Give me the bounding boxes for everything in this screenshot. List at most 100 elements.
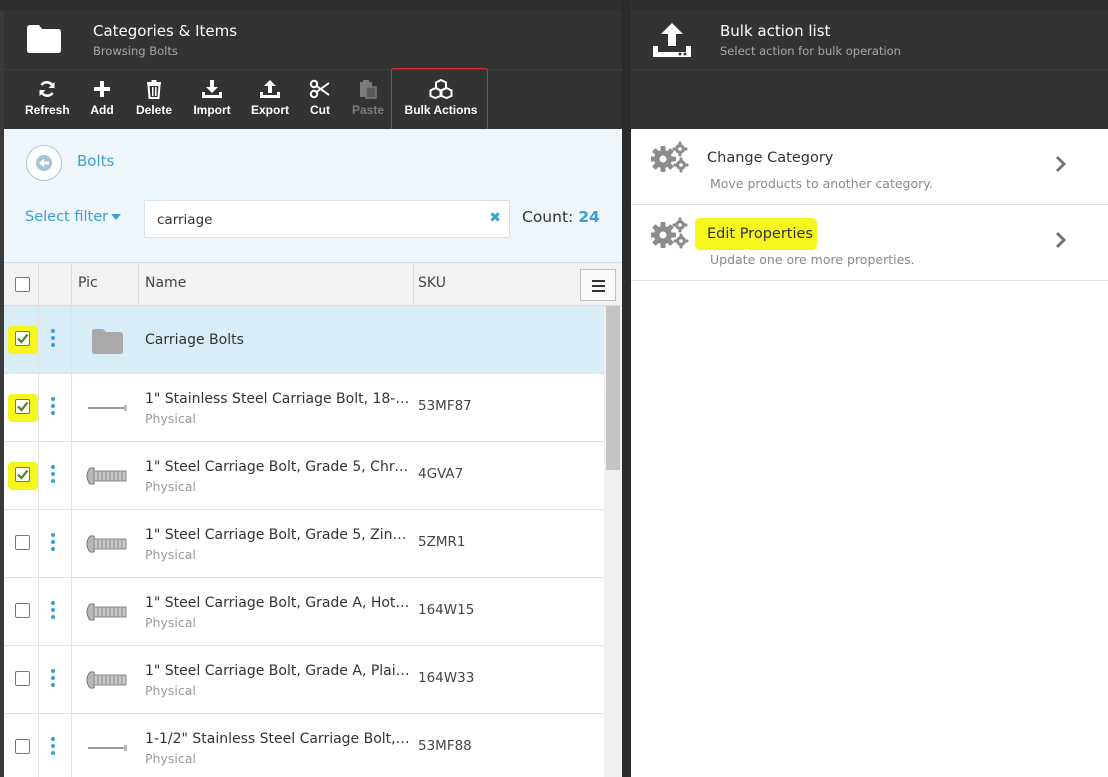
row-checkbox[interactable] [15, 399, 30, 414]
item-type: Physical [145, 615, 196, 630]
row-checkbox[interactable] [15, 603, 30, 618]
item-name: 1" Steel Carriage Bolt, Grade A, Hot Dip… [145, 595, 410, 611]
item-name: 1-1/2" Stainless Steel Carriage Bolt, 18… [145, 731, 410, 747]
action-edit-properties[interactable]: Edit Properties Update one ore more prop… [631, 205, 1108, 281]
delete-label: Delete [135, 103, 173, 117]
refresh-button[interactable]: Refresh [25, 70, 70, 130]
row-menu-icon[interactable] [51, 601, 55, 622]
table-row[interactable]: 1" Steel Carriage Bolt, Grade A, Plain F… [4, 646, 604, 714]
product-thumbnail [82, 456, 132, 496]
action-description: Move products to another category. [710, 176, 933, 191]
row-menu-icon[interactable] [51, 533, 55, 554]
product-thumbnail [82, 524, 132, 564]
item-sku: 5ZMR1 [418, 534, 466, 550]
product-thumbnail [82, 728, 132, 768]
refresh-icon [25, 79, 69, 99]
item-sku: 53MF87 [418, 398, 472, 414]
row-menu-icon[interactable] [51, 669, 55, 690]
action-title: Edit Properties [707, 226, 813, 242]
blade-subtitle: Select action for bulk operation [720, 44, 901, 58]
export-label: Export [250, 103, 289, 117]
select-all-checkbox[interactable] [15, 277, 30, 292]
table-row[interactable]: 1-1/2" Stainless Steel Carriage Bolt, 18… [4, 714, 604, 777]
blade-header: Categories & Items Browsing Bolts [4, 10, 622, 69]
product-thumbnail [82, 592, 132, 632]
breadcrumb-bar: Bolts Select filter carriage ✖ Count: 24 [4, 129, 622, 262]
import-label: Import [193, 103, 231, 117]
import-button[interactable]: Import [190, 70, 234, 130]
item-name: 1" Steel Carriage Bolt, Grade 5, Chrome … [145, 459, 410, 475]
checkmark-icon [17, 333, 29, 344]
delete-button[interactable]: Delete [133, 70, 175, 130]
row-checkbox[interactable] [15, 671, 30, 686]
column-header-sku[interactable]: SKU [418, 275, 446, 291]
table-row[interactable]: 1" Steel Carriage Bolt, Grade A, Hot Dip… [4, 578, 604, 646]
action-change-category[interactable]: Change Category Move products to another… [631, 129, 1108, 205]
count-label: Count: [522, 208, 574, 226]
table-row[interactable]: 1" Steel Carriage Bolt, Grade 5, Chrome … [4, 442, 604, 510]
column-header-name[interactable]: Name [145, 275, 186, 291]
row-checkbox[interactable] [15, 739, 30, 754]
items-grid: Pic Name SKU Carriage Bolts 1" Stainless … [4, 262, 622, 777]
bulk-action-blade: Bulk action list Select action for bulk … [631, 10, 1108, 777]
back-button[interactable] [26, 145, 62, 181]
scissors-icon [306, 79, 334, 99]
select-filter-dropdown[interactable]: Select filter [25, 209, 122, 225]
action-description: Update one ore more properties. [710, 252, 915, 267]
toolbar: Refresh Add Delete Import Export Cut Pas… [4, 69, 622, 129]
row-menu-icon[interactable] [51, 329, 55, 350]
scrollbar-thumb[interactable] [606, 306, 620, 470]
gears-icon [651, 141, 689, 173]
item-count: Count: 24 [522, 208, 600, 226]
add-button[interactable]: Add [85, 70, 119, 130]
item-type: Physical [145, 547, 196, 562]
row-menu-icon[interactable] [51, 737, 55, 758]
annotation-red-outline [391, 68, 488, 138]
column-header-pic[interactable]: Pic [78, 275, 98, 291]
categories-blade: Categories & Items Browsing Bolts Refres… [4, 10, 622, 777]
search-input[interactable]: carriage ✖ [144, 200, 510, 238]
trash-icon [133, 79, 175, 99]
gears-icon [651, 217, 689, 249]
toolbar-empty [631, 69, 1108, 129]
row-menu-icon[interactable] [51, 397, 55, 418]
breadcrumb[interactable]: Bolts [77, 152, 114, 170]
product-thumbnail [82, 660, 132, 700]
window-top-strip [0, 0, 1108, 10]
action-list: Change Category Move products to another… [631, 129, 1108, 777]
paste-button[interactable]: Paste [348, 70, 388, 130]
blade-title: Categories & Items [93, 22, 238, 40]
table-row[interactable]: 1" Steel Carriage Bolt, Grade 5, Zinc Pl… [4, 510, 604, 578]
action-title: Change Category [707, 150, 834, 166]
checkmark-icon [17, 469, 29, 480]
item-sku: 164W15 [418, 602, 475, 618]
caret-down-icon [111, 214, 122, 220]
cut-label: Cut [310, 103, 330, 117]
blade-subtitle: Browsing Bolts [93, 44, 178, 58]
chevron-right-icon [1055, 231, 1067, 249]
export-button[interactable]: Export [248, 70, 292, 130]
item-sku: 164W33 [418, 670, 475, 686]
blade-header: Bulk action list Select action for bulk … [631, 10, 1108, 69]
row-checkbox[interactable] [15, 467, 30, 482]
table-row[interactable]: 1" Stainless Steel Carriage Bolt, 18-8 S… [4, 374, 604, 442]
table-row[interactable]: Carriage Bolts [4, 306, 604, 374]
item-type: Physical [145, 683, 196, 698]
item-sku: 53MF88 [418, 738, 472, 754]
select-filter-label: Select filter [25, 209, 109, 225]
add-label: Add [90, 103, 114, 117]
item-name: 1" Stainless Steel Carriage Bolt, 18-8 S… [145, 391, 410, 407]
paste-label: Paste [351, 103, 385, 117]
item-type: Physical [145, 751, 196, 766]
count-value: 24 [578, 208, 600, 226]
row-checkbox[interactable] [15, 331, 30, 346]
upload-icon [653, 23, 691, 57]
blade-title: Bulk action list [720, 22, 831, 40]
blade-divider [622, 0, 631, 777]
row-checkbox[interactable] [15, 535, 30, 550]
item-name: 1" Steel Carriage Bolt, Grade A, Plain F… [145, 663, 410, 679]
clear-icon[interactable]: ✖ [489, 210, 501, 226]
cut-button[interactable]: Cut [306, 70, 334, 130]
column-menu-button[interactable] [580, 269, 616, 301]
row-menu-icon[interactable] [51, 465, 55, 486]
